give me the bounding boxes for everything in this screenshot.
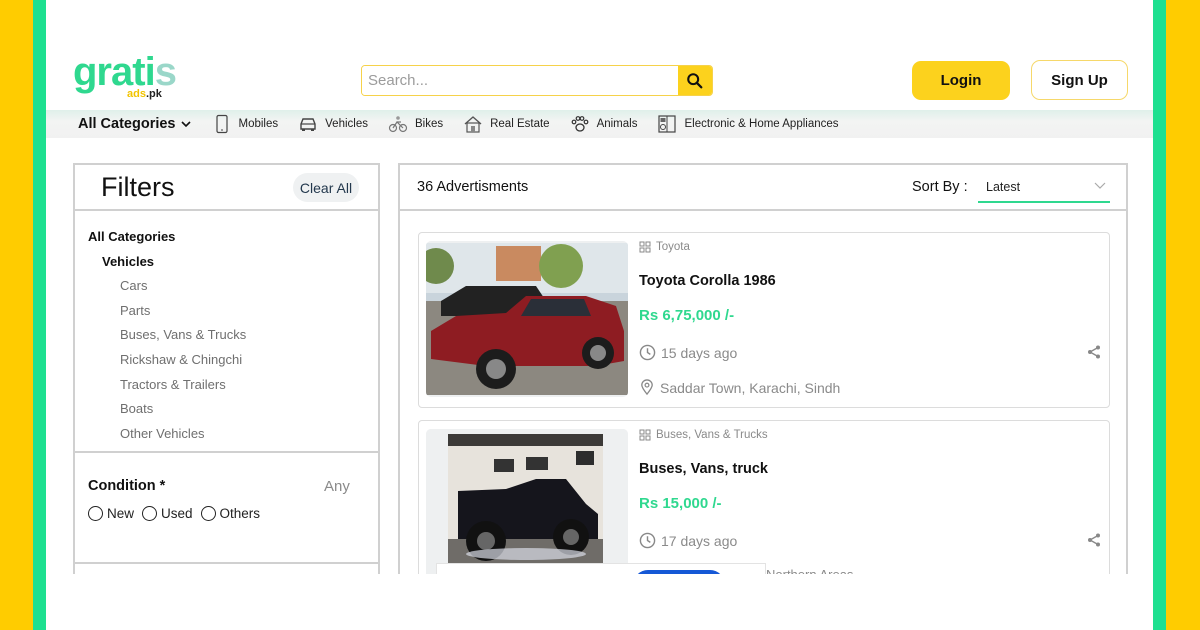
listing-posted: 15 days ago [639, 344, 737, 361]
results-count: 36 Advertisments [417, 179, 529, 195]
chevron-down-icon [180, 121, 191, 128]
frame-stripe-right [1153, 0, 1166, 630]
condition-radio-new[interactable]: New [88, 506, 134, 521]
radio-label: New [107, 506, 135, 521]
chevron-down-icon [1094, 182, 1106, 189]
condition-radio-used[interactable]: Used [142, 506, 193, 521]
sort-label: Sort By : [912, 179, 968, 195]
page-footer-blank [46, 574, 1153, 630]
clear-all-button[interactable]: Clear All [293, 173, 359, 202]
nav-label: Bikes [414, 118, 444, 130]
share-icon [1088, 345, 1100, 359]
nav-label: Real Estate [490, 118, 550, 130]
filter-subcategory[interactable]: Buses, Vans & Trucks [75, 323, 378, 348]
category-grid-icon [639, 241, 651, 253]
login-button[interactable]: Login [912, 61, 1010, 100]
listing-location: Saddar Town, Karachi, Sindh [639, 379, 840, 396]
condition-radio-others[interactable]: Others [200, 506, 261, 521]
listing-title[interactable]: Buses, Vans, truck [639, 461, 768, 477]
posted-text: 15 days ago [661, 344, 738, 361]
logo-sub-text: ads [127, 88, 146, 100]
share-icon [1088, 533, 1100, 547]
nav-item-animals[interactable]: Animals [570, 114, 638, 134]
category-text: Toyota [656, 241, 690, 253]
bike-icon [388, 116, 408, 133]
search-icon [687, 72, 703, 88]
share-button[interactable] [1087, 345, 1101, 364]
car-icon [300, 118, 316, 131]
nav-label: Electronic & Home Appliances [684, 118, 839, 130]
radio-circle[interactable] [88, 506, 103, 521]
search-button[interactable] [678, 66, 712, 95]
listing-image[interactable] [426, 429, 628, 585]
category-text: Buses, Vans & Trucks [656, 429, 768, 441]
condition-filter: Condition * Any New Used Others [75, 453, 378, 564]
mobile-icon [215, 114, 228, 134]
filter-subcategory[interactable]: Other Vehicles [75, 422, 378, 447]
nav-label: Vehicles [325, 118, 368, 130]
filter-subcategory[interactable]: Tractors & Trailers [75, 373, 378, 398]
listing-image[interactable] [426, 241, 628, 397]
appliance-icon [658, 115, 677, 133]
clock-icon [639, 532, 656, 549]
filter-subcategory[interactable]: Parts [75, 299, 378, 324]
frame-stripe-left [33, 0, 46, 630]
radio-circle[interactable] [200, 506, 216, 521]
radio-label: Others [219, 506, 261, 521]
filters-title: Filters [101, 172, 175, 202]
house-icon [464, 116, 482, 133]
listing-card[interactable]: Toyota Toyota Corolla 1986 Rs 6,75,000 /… [418, 232, 1110, 408]
filter-subcategory[interactable]: Boats [75, 397, 378, 422]
radio-label: Used [161, 506, 193, 521]
filters-panel: Filters Clear All All Categories Vehicle… [73, 163, 380, 583]
nav-label: Mobiles [238, 118, 279, 130]
nav-label: Animals [596, 118, 638, 130]
logo-domain-text: .pk [145, 88, 162, 100]
clock-icon [639, 344, 656, 361]
site-logo[interactable]: gratis ads.pk [73, 52, 177, 102]
signup-button[interactable]: Sign Up [1031, 60, 1128, 100]
truck-photo [426, 429, 628, 585]
category-filter: All Categories Vehicles Cars Parts Buses… [75, 211, 378, 453]
condition-value: Any [324, 478, 350, 495]
location-text: Saddar Town, Karachi, Sindh [660, 379, 841, 396]
nav-item-vehicles[interactable]: Vehicles [298, 114, 368, 134]
filter-subcategory[interactable]: Cars [75, 274, 378, 299]
listing-category: Buses, Vans & Trucks [639, 429, 768, 441]
paw-icon [571, 116, 588, 132]
listing-posted: 17 days ago [639, 532, 737, 549]
car-photo [426, 243, 628, 395]
results-panel: 36 Advertisments Sort By : Latest Toyota… [398, 163, 1128, 600]
sort-select[interactable]: Latest [978, 171, 1110, 203]
listing-price: Rs 6,75,000 /- [639, 307, 735, 324]
category-grid-icon [639, 429, 651, 441]
category-nav: All Categories Mobiles Vehicles Bikes Re… [46, 110, 1153, 138]
share-button[interactable] [1087, 533, 1101, 552]
nav-item-real-estate[interactable]: Real Estate [463, 114, 550, 134]
all-categories-dropdown[interactable]: All Categories [78, 116, 192, 132]
location-pin-icon [641, 379, 653, 396]
filter-subcategory[interactable]: Rickshaw & Chingchi [75, 348, 378, 373]
radio-circle[interactable] [142, 506, 158, 521]
listing-title[interactable]: Toyota Corolla 1986 [639, 273, 776, 289]
nav-item-mobiles[interactable]: Mobiles [212, 114, 279, 134]
nav-item-bikes[interactable]: Bikes [388, 114, 443, 134]
listing-category: Toyota [639, 241, 690, 253]
listing-price: Rs 15,000 /- [639, 495, 722, 512]
filter-category-vehicles[interactable]: Vehicles [75, 250, 378, 275]
nav-item-electronics[interactable]: Electronic & Home Appliances [657, 114, 839, 134]
posted-text: 17 days ago [661, 532, 738, 549]
all-categories-label: All Categories [78, 116, 176, 132]
search-bar [361, 65, 713, 96]
search-input[interactable] [362, 66, 678, 95]
condition-label: Condition * [88, 478, 166, 494]
page: gratis ads.pk Login Sign Up All Categori… [46, 0, 1153, 630]
sort-value: Latest [986, 180, 1021, 194]
filter-all-categories[interactable]: All Categories [75, 225, 378, 250]
